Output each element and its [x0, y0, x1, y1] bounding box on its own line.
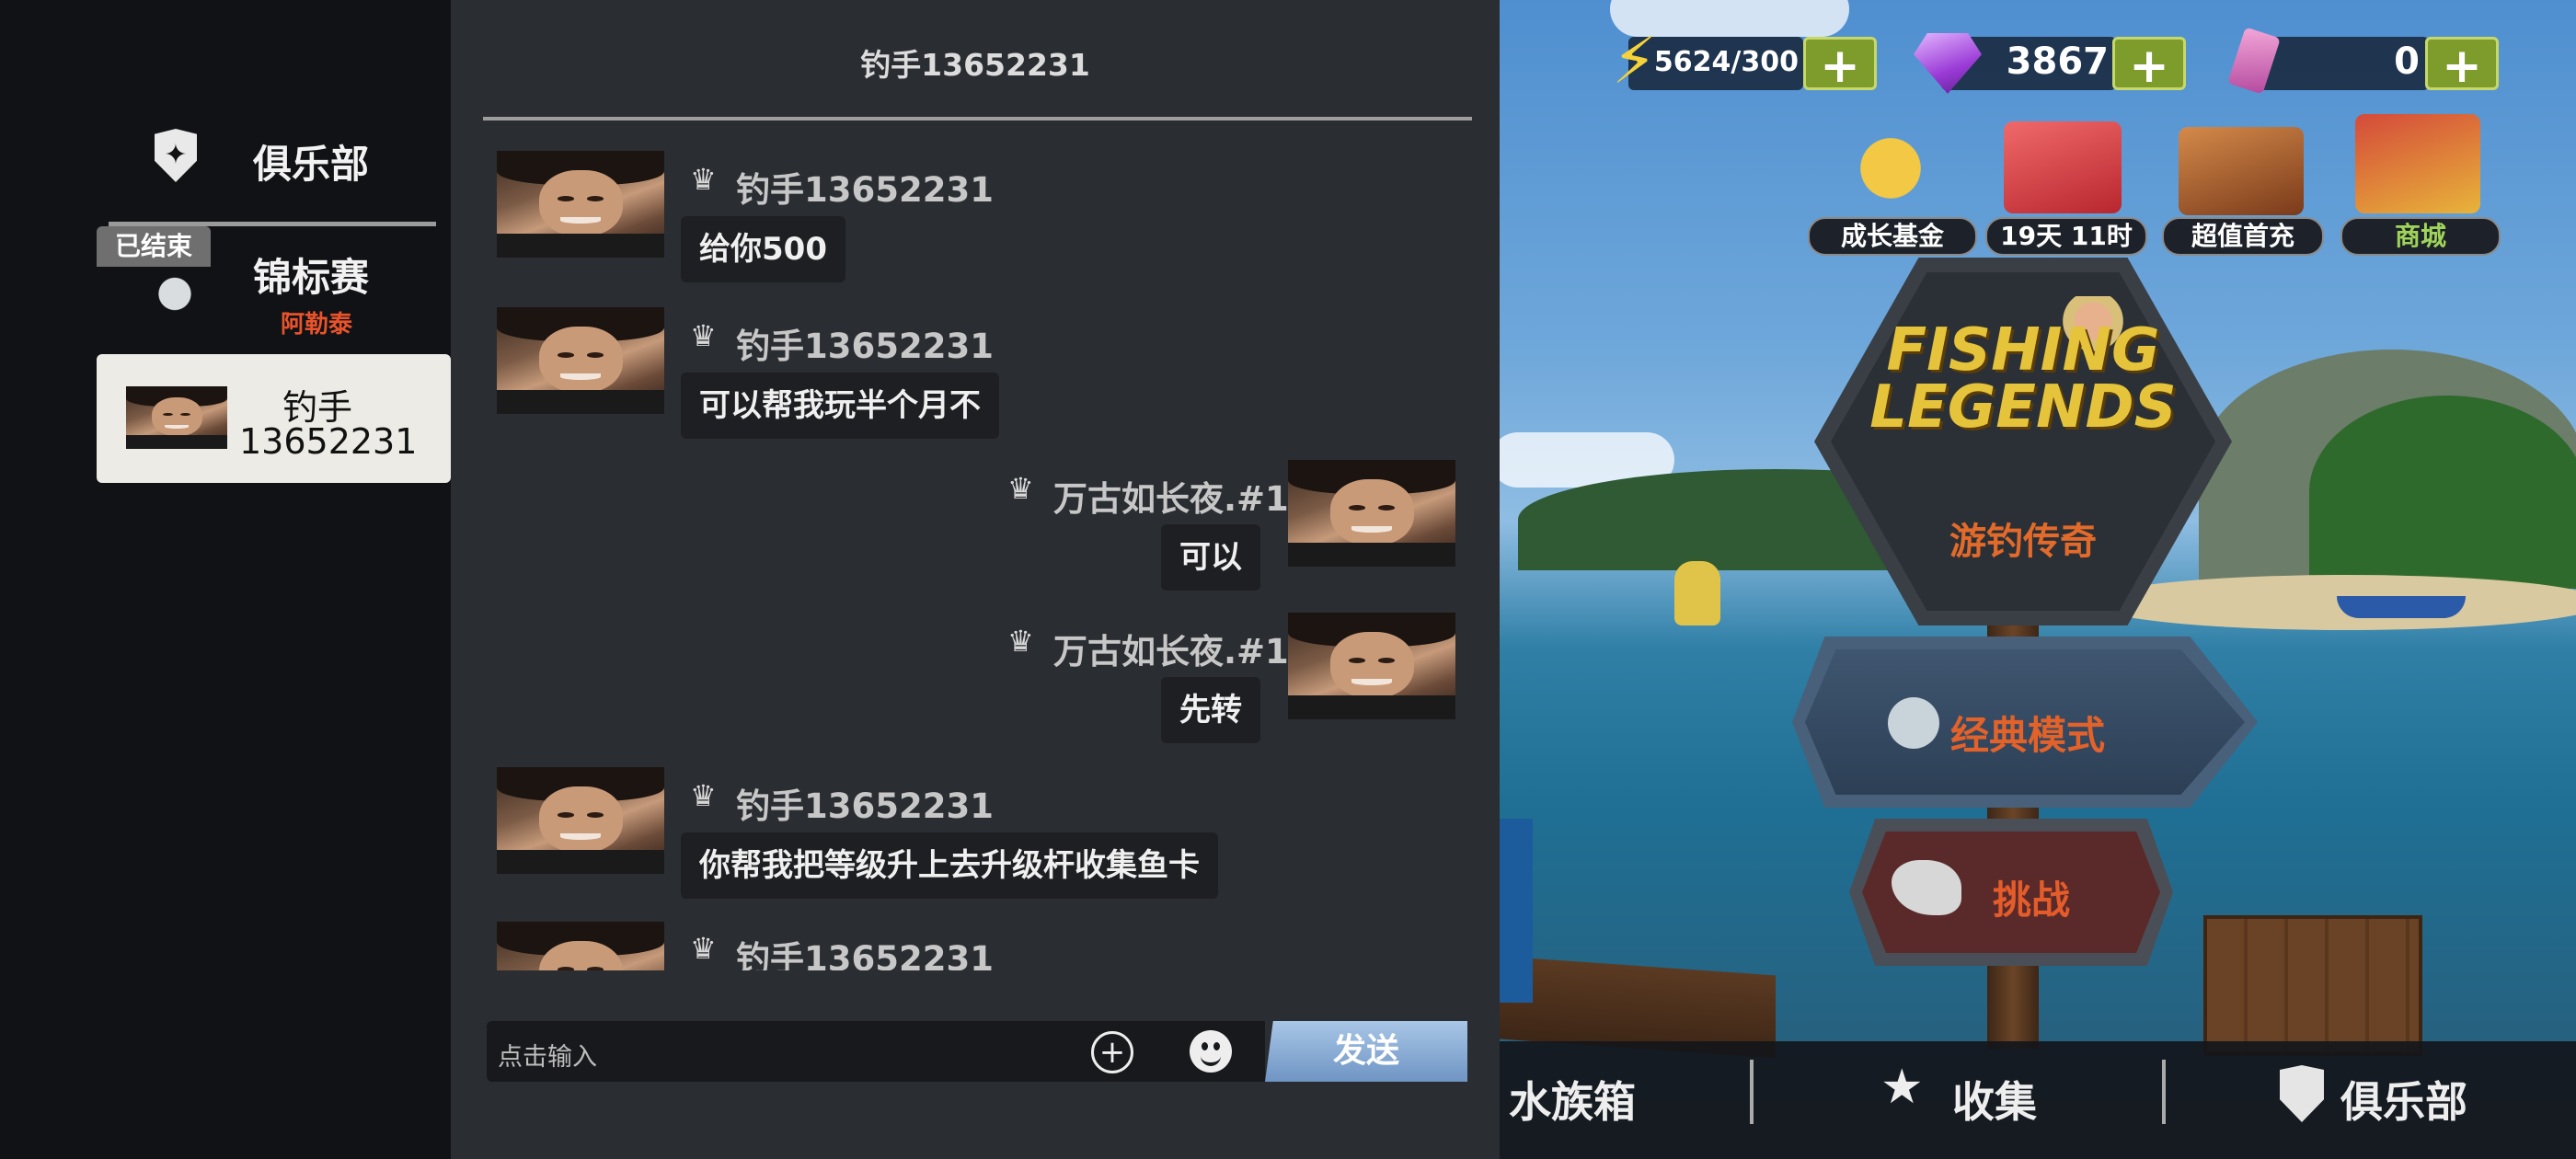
chat-message-list[interactable]: ♛ 钓手13652231 给你500 ♛ 钓手13652231 可以帮我玩半个月…	[451, 129, 1500, 970]
gift-timer-label[interactable]: 19天 11时	[1985, 217, 2147, 256]
avatar[interactable]	[1288, 460, 1455, 567]
sender-name: 钓手13652231	[736, 170, 994, 210]
crown-icon: ♛	[690, 931, 717, 966]
chat-title: 钓手13652231	[860, 47, 1090, 83]
globe-boat-icon[interactable]	[1888, 697, 1939, 749]
avatar	[126, 386, 227, 449]
crown-icon: ♛	[690, 162, 717, 197]
crown-icon: ♛	[1007, 624, 1034, 659]
tickets-value: 0	[2394, 40, 2420, 83]
sidebar-item-club-label[interactable]: 俱乐部	[253, 133, 369, 189]
sidebar-item-tournament-label[interactable]: 锦标赛	[253, 247, 369, 303]
sender-name: 万古如长夜.#1	[1053, 632, 1289, 671]
game-subtitle: 游钓传奇	[1949, 521, 2097, 563]
ended-badge: 已结束	[97, 226, 211, 267]
logo-line-2: LEGENDS	[1869, 373, 2177, 442]
nav-divider	[2162, 1060, 2166, 1124]
add-energy-button[interactable]: +	[1803, 37, 1877, 93]
gift-box-icon[interactable]	[2004, 121, 2122, 213]
classic-mode-button[interactable]: 经典模式	[1950, 705, 2105, 761]
send-button[interactable]: 发送	[1265, 1021, 1467, 1082]
first-recharge-icon[interactable]	[2179, 127, 2304, 215]
crown-icon: ♛	[1007, 471, 1034, 506]
chat-title-divider	[483, 117, 1472, 120]
game-logo-text: FISHING LEGENDS	[1831, 316, 2215, 442]
star-icon[interactable]: ★	[1880, 1060, 1924, 1115]
add-tickets-button[interactable]: +	[2425, 37, 2499, 93]
nav-divider	[1750, 1060, 1754, 1124]
emoji-icon[interactable]	[1190, 1030, 1232, 1073]
growth-fund-icon[interactable]	[1840, 109, 1941, 217]
first-recharge-label[interactable]: 超值首充	[2162, 217, 2324, 256]
gems-value: 3867	[2006, 40, 2109, 83]
tournament-location: 阿勒泰	[281, 311, 353, 339]
message-bubble: 可以帮我玩半个月不	[681, 373, 999, 439]
nav-club[interactable]: 俱乐部	[2340, 1069, 2467, 1130]
crown-icon: ♛	[690, 778, 717, 813]
avatar[interactable]	[497, 151, 664, 258]
palm-trees	[2309, 396, 2576, 589]
avatar[interactable]	[1288, 613, 1455, 719]
sender-name: 钓手13652231	[736, 327, 994, 366]
add-attachment-icon[interactable]: +	[1091, 1031, 1133, 1073]
message-bubble: 你帮我把等级升上去升级杆收集鱼卡	[681, 832, 1218, 899]
globe-boat-icon[interactable]	[144, 269, 205, 315]
message-bubble: 可以	[1161, 524, 1260, 591]
sender-name: 钓手13652231	[736, 939, 994, 970]
chat-input-placeholder[interactable]: 点击输入	[498, 1037, 597, 1073]
buoy	[1674, 561, 1720, 625]
chat-input-field[interactable]	[487, 1021, 1265, 1082]
growth-fund-label[interactable]: 成长基金	[1808, 217, 1977, 256]
sender-name: 钓手13652231	[736, 786, 994, 826]
beach	[2088, 575, 2576, 630]
avatar[interactable]	[497, 307, 664, 414]
friend-name-line2[interactable]: 13652231	[239, 421, 417, 462]
challenge-button[interactable]: 挑战	[1993, 869, 2070, 925]
wooden-crate	[2203, 915, 2422, 1056]
avatar[interactable]	[497, 767, 664, 874]
shop-cart-icon[interactable]	[2355, 114, 2480, 213]
nav-collect[interactable]: 收集	[1952, 1069, 2037, 1130]
logo-line-1: FISHING	[1886, 316, 2160, 384]
message-bubble: 先转	[1161, 677, 1260, 743]
shop-label[interactable]: 商城	[2340, 217, 2501, 256]
crown-icon: ♛	[690, 318, 717, 353]
energy-value: 5624/300	[1653, 46, 1799, 78]
sender-name: 万古如长夜.#1	[1053, 479, 1289, 519]
add-gems-button[interactable]: +	[2112, 37, 2186, 93]
message-bubble: 给你500	[681, 216, 845, 282]
avatar[interactable]	[497, 922, 664, 970]
boat	[2337, 596, 2466, 618]
blue-cooler	[1500, 819, 1533, 1003]
nav-aquarium[interactable]: 水族箱	[1509, 1069, 1636, 1130]
